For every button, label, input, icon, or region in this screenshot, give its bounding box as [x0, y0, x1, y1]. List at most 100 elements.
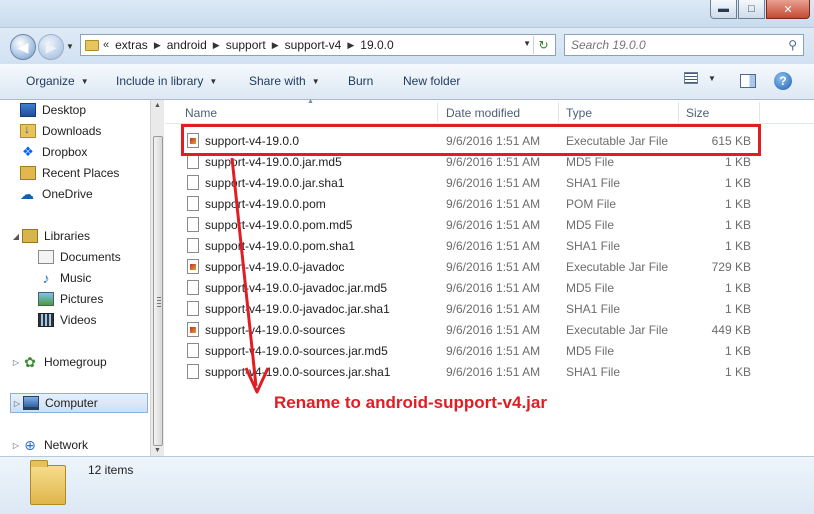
expand-icon[interactable]: ▷ [10, 441, 22, 450]
nav-item-videos[interactable]: Videos [38, 310, 150, 330]
forward-button[interactable]: ▶ [38, 34, 64, 60]
chevron-right-icon[interactable]: ▶ [347, 40, 354, 51]
nav-label: Downloads [42, 124, 102, 138]
burn-button[interactable]: Burn [348, 74, 373, 88]
navigation-scrollbar[interactable]: ▲ ▼ [150, 100, 164, 456]
file-size: 449 KB [711, 323, 751, 337]
nav-item-documents[interactable]: Documents [38, 247, 150, 267]
file-row[interactable]: support-v4-19.0.0.jar.sha1 9/6/2016 1:51 … [183, 172, 783, 193]
change-view-button[interactable]: ▼ [684, 72, 716, 84]
collapse-icon[interactable]: ◢ [10, 232, 22, 241]
burn-label: Burn [348, 74, 374, 88]
nav-item-homegroup[interactable]: ▷ ✿ Homegroup [10, 352, 150, 372]
file-date-modified: 9/6/2016 1:51 AM [446, 218, 541, 232]
chevron-right-icon[interactable]: ▶ [213, 40, 220, 51]
breadcrumb-item-19-0-0[interactable]: 19.0.0 [360, 38, 393, 52]
include-in-library-label: Include in library [116, 74, 204, 88]
file-size: 1 KB [724, 365, 751, 379]
new-folder-button[interactable]: New folder [403, 74, 460, 88]
breadcrumb-item-android[interactable]: android [167, 38, 207, 52]
file-row[interactable]: support-v4-19.0.0.pom.sha1 9/6/2016 1:51 … [183, 235, 783, 256]
nav-item-pictures[interactable]: Pictures [38, 289, 150, 309]
column-type[interactable]: Type [566, 106, 592, 120]
scroll-down-icon[interactable]: ▼ [154, 447, 161, 454]
file-row[interactable]: support-v4-19.0.0-javadoc 9/6/2016 1:51 A… [183, 256, 783, 277]
column-divider[interactable] [759, 102, 760, 122]
include-in-library-button[interactable]: Include in library ▼ [116, 74, 217, 88]
share-with-button[interactable]: Share with ▼ [249, 74, 320, 88]
file-name: support-v4-19.0.0-sources.jar.sha1 [205, 365, 391, 379]
minimize-button[interactable]: ▬ [710, 0, 737, 19]
file-name: support-v4-19.0.0.pom.md5 [205, 218, 353, 232]
file-date-modified: 9/6/2016 1:51 AM [446, 239, 541, 253]
sort-ascending-icon: ▲ [307, 98, 314, 105]
file-row[interactable]: support-v4-19.0.0-sources.jar.md5 9/6/201… [183, 340, 783, 361]
file-row[interactable]: support-v4-19.0.0-javadoc.jar.sha1 9/6/20… [183, 298, 783, 319]
search-box[interactable]: ⚲ [564, 34, 804, 56]
address-bar[interactable]: « extras ▶ android ▶ support ▶ support-v4 ▶ … [80, 34, 556, 56]
breadcrumb-item-support-v4[interactable]: support-v4 [285, 38, 342, 52]
nav-item-network[interactable]: ▷ ⊕ Network [10, 435, 150, 455]
file-size: 1 KB [724, 218, 751, 232]
details-pane: 12 items [0, 456, 814, 514]
nav-label: Network [44, 438, 89, 452]
nav-item-recent-places[interactable]: Recent Places [20, 163, 150, 183]
search-input[interactable] [571, 38, 771, 52]
expand-icon[interactable]: ▷ [11, 399, 23, 408]
item-count: 12 items [88, 463, 134, 477]
grip-icon [157, 297, 161, 307]
preview-pane-button[interactable] [740, 74, 756, 88]
nav-label: Computer [45, 396, 98, 410]
scrollbar-thumb[interactable] [153, 136, 163, 446]
file-name: support-v4-19.0.0-javadoc [205, 260, 345, 274]
file-row[interactable]: support-v4-19.0.0.pom.md5 9/6/2016 1:51 A… [183, 214, 783, 235]
maximize-icon: □ [748, 3, 755, 15]
column-size[interactable]: Size [686, 106, 709, 120]
file-type: SHA1 File [566, 239, 621, 253]
maximize-button[interactable]: □ [738, 0, 765, 19]
column-divider[interactable] [437, 102, 438, 122]
file-row[interactable]: support-v4-19.0.0.pom 9/6/2016 1:51 AM POM… [183, 193, 783, 214]
chevron-right-icon[interactable]: ▶ [154, 40, 161, 51]
address-dropdown-icon[interactable]: ▼ [523, 39, 531, 48]
file-date-modified: 9/6/2016 1:51 AM [446, 302, 541, 316]
column-date-modified[interactable]: Date modified [446, 106, 520, 120]
caret-down-icon: ▼ [209, 76, 218, 86]
close-button[interactable]: ✕ [766, 0, 810, 19]
file-name: support-v4-19.0.0.pom.sha1 [205, 239, 356, 253]
file-size: 1 KB [724, 197, 751, 211]
back-button[interactable]: ◀ [10, 34, 36, 60]
column-name[interactable]: Name [185, 106, 217, 120]
help-button[interactable]: ? [774, 72, 792, 90]
organize-button[interactable]: Organize ▼ [26, 74, 89, 88]
caret-down-icon: ▼ [311, 76, 320, 86]
pictures-icon [38, 292, 54, 306]
caret-down-icon: ▼ [708, 73, 716, 83]
breadcrumb-overflow-icon[interactable]: « [103, 39, 109, 51]
nav-item-music[interactable]: ♪ Music [38, 268, 150, 288]
nav-item-onedrive[interactable]: ☁ OneDrive [20, 184, 150, 204]
nav-item-libraries[interactable]: ◢ Libraries [10, 226, 150, 246]
refresh-button[interactable]: ↻ [533, 36, 553, 54]
nav-item-desktop[interactable]: Desktop [20, 100, 150, 120]
nav-item-downloads[interactable]: Downloads [20, 121, 150, 141]
search-icon[interactable]: ⚲ [788, 38, 797, 52]
blank-file-icon [187, 343, 199, 358]
blank-file-icon [187, 175, 199, 190]
breadcrumb-item-support[interactable]: support [226, 38, 266, 52]
file-name: support-v4-19.0.0.jar.md5 [205, 155, 342, 169]
expand-icon[interactable]: ▷ [10, 358, 22, 367]
column-divider[interactable] [558, 102, 559, 122]
file-row[interactable]: support-v4-19.0.0-sources.jar.sha1 9/6/20… [183, 361, 783, 382]
window-controls: ▬ □ ✕ [710, 0, 810, 19]
file-row[interactable]: support-v4-19.0.0-sources 9/6/2016 1:51 A… [183, 319, 783, 340]
blank-file-icon [187, 217, 199, 232]
column-divider[interactable] [678, 102, 679, 122]
nav-item-dropbox[interactable]: ❖ Dropbox [20, 142, 150, 162]
scroll-up-icon[interactable]: ▲ [154, 102, 161, 109]
breadcrumb-item-extras[interactable]: extras [115, 38, 148, 52]
chevron-right-icon[interactable]: ▶ [272, 40, 279, 51]
nav-item-computer[interactable]: ▷ Computer [10, 393, 148, 413]
recent-pages-dropdown[interactable]: ▼ [66, 42, 74, 51]
file-row[interactable]: support-v4-19.0.0-javadoc.jar.md5 9/6/201… [183, 277, 783, 298]
